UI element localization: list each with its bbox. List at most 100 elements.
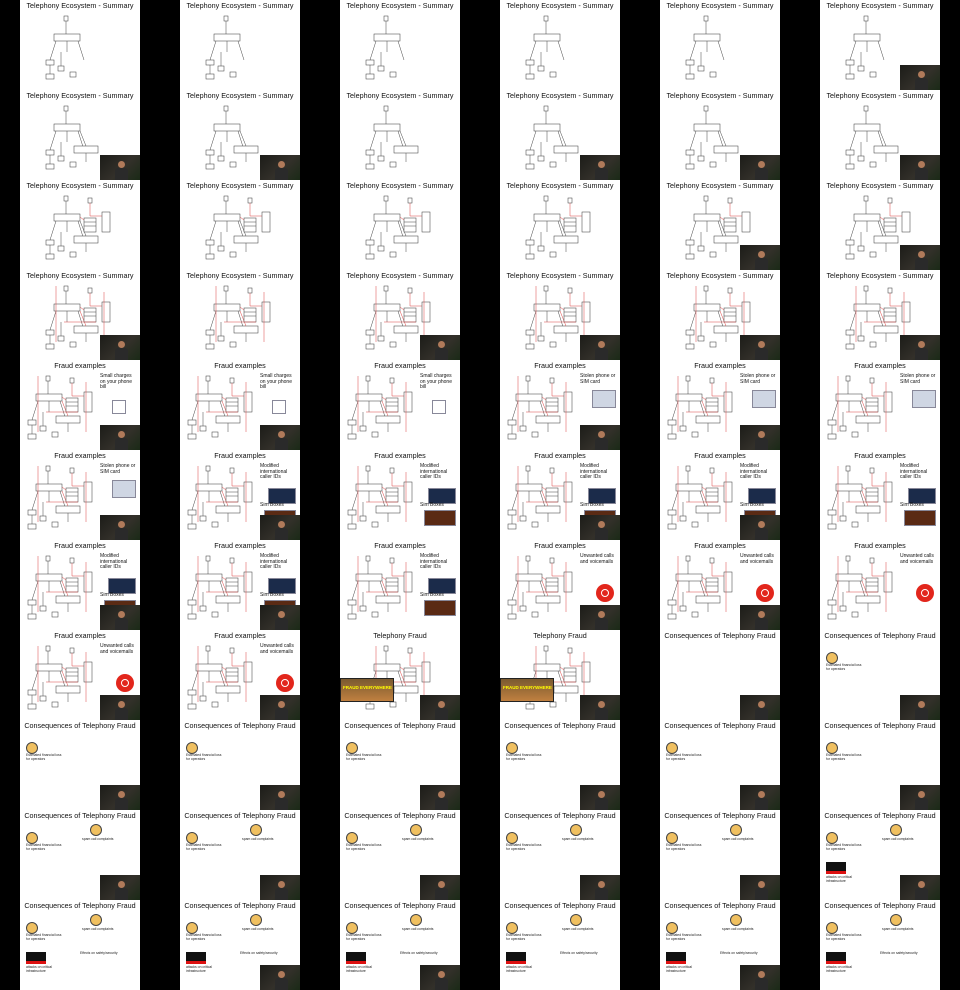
network-diagram <box>27 375 93 440</box>
slide-title: Telephony Ecosystem - Summary <box>186 271 294 280</box>
slide-thumbnail[interactable]: Telephony Ecosystem - Summary <box>160 180 320 270</box>
slide-thumbnail[interactable]: Fraud examples Modified international cal… <box>320 540 480 630</box>
slide-thumbnail[interactable]: Telephony Ecosystem - Summary <box>320 0 480 90</box>
slide-title: Fraud examples <box>854 451 906 460</box>
slide-thumbnail[interactable]: Consequences of Telephony Fraud <box>640 630 800 720</box>
speaker-video-overlay <box>580 785 620 810</box>
slide-thumbnail[interactable]: Consequences of Telephony Fraud Estimated… <box>800 630 960 720</box>
slide-thumbnail[interactable]: Fraud examples Small charges on your phon… <box>0 360 160 450</box>
slide-thumbnail[interactable]: Telephony Ecosystem - Summary <box>0 180 160 270</box>
slide-thumbnail[interactable]: Consequences of Telephony Fraud Estimated… <box>160 810 320 900</box>
slide-thumbnail[interactable]: Fraud examples Modified international cal… <box>800 450 960 540</box>
slide-thumbnail[interactable]: Fraud examples Stolen phone or SIM card <box>640 360 800 450</box>
slide-thumbnail[interactable]: Consequences of Telephony Fraud Estimated… <box>160 720 320 810</box>
bullet-text: Sim Boxes <box>260 502 284 508</box>
bullet-text: Modified international caller IDs <box>420 553 448 571</box>
spam-text: spam call complaints <box>562 927 594 931</box>
slide-thumbnail[interactable]: Telephony Ecosystem - Summary <box>480 0 640 90</box>
speaker-video-overlay <box>260 695 300 720</box>
sim-card-picture <box>592 390 616 408</box>
slide-thumbnail[interactable]: Consequences of Telephony Fraud Estimated… <box>480 720 640 810</box>
speaker-video-overlay <box>100 155 140 180</box>
infra-text: attacks on critical infrastructure <box>826 875 853 883</box>
bullet-text: Sim Boxes <box>580 502 604 508</box>
slide-thumbnail[interactable]: Consequences of Telephony Fraud Estimated… <box>0 720 160 810</box>
infrastructure-picture <box>186 952 206 964</box>
slide-thumbnail[interactable]: Consequences of Telephony Fraud Estimated… <box>480 810 640 900</box>
slide-thumbnail[interactable]: Fraud examples Unwanted calls and voicema… <box>640 540 800 630</box>
slide-thumbnail[interactable]: Telephony Ecosystem - Summary <box>480 270 640 360</box>
slide-thumbnail[interactable]: Fraud examples Modified international cal… <box>640 450 800 540</box>
spam-text: spam call complaints <box>562 837 594 841</box>
slide-thumbnail[interactable]: Telephony Fraud FRAUD EVERYWHERE <box>480 630 640 720</box>
slide-thumbnail[interactable]: Telephony Ecosystem - Summary <box>320 180 480 270</box>
slide-thumbnail[interactable]: Consequences of Telephony Fraud Estimated… <box>800 900 960 990</box>
security-text: Effects on safety/security <box>880 951 918 955</box>
slide-thumbnail[interactable]: Fraud examples Stolen phone or SIM card <box>800 360 960 450</box>
slide-thumbnail[interactable]: Consequences of Telephony Fraud Estimated… <box>0 810 160 900</box>
slide-title: Telephony Ecosystem - Summary <box>506 91 614 100</box>
slide-page: Telephony Ecosystem - Summary <box>180 270 300 360</box>
slide-title: Consequences of Telephony Fraud <box>184 901 296 910</box>
slide-title: Consequences of Telephony Fraud <box>824 811 936 820</box>
slide-thumbnail[interactable]: Telephony Ecosystem - Summary <box>0 0 160 90</box>
slide-thumbnail[interactable]: Fraud examples Stolen phone or SIM card <box>480 360 640 450</box>
slide-thumbnail[interactable]: Consequences of Telephony Fraud Estimated… <box>320 810 480 900</box>
slide-thumbnail[interactable]: Fraud examples Modified international cal… <box>160 450 320 540</box>
slide-thumbnail[interactable]: Consequences of Telephony Fraud Estimated… <box>640 900 800 990</box>
infra-text: attacks on critical infrastructure <box>186 965 213 973</box>
slide-thumbnail[interactable]: Fraud examples Small charges on your phon… <box>320 360 480 450</box>
speaker-video-overlay <box>740 875 780 900</box>
slide-thumbnail[interactable]: Telephony Ecosystem - Summary <box>160 0 320 90</box>
slide-thumbnail[interactable]: Fraud examples Modified international cal… <box>320 450 480 540</box>
meme-caption: FRAUD EVERYWHERE <box>343 685 392 690</box>
slide-thumbnail[interactable]: Telephony Ecosystem - Summary <box>640 180 800 270</box>
slide-thumbnail[interactable]: Telephony Ecosystem - Summary <box>160 270 320 360</box>
slide-thumbnail[interactable]: Consequences of Telephony Fraud Estimated… <box>480 900 640 990</box>
slide-thumbnail[interactable]: Telephony Ecosystem - Summary <box>480 90 640 180</box>
slide-thumbnail[interactable]: Telephony Ecosystem - Summary <box>800 180 960 270</box>
slide-thumbnail[interactable]: Consequences of Telephony Fraud Estimated… <box>640 720 800 810</box>
voicemail-icon <box>276 674 294 692</box>
slide-thumbnail[interactable]: Telephony Ecosystem - Summary <box>640 0 800 90</box>
slide-thumbnail[interactable]: Telephony Ecosystem - Summary <box>0 90 160 180</box>
slide-thumbnail[interactable]: Fraud examples Stolen phone or SIM card <box>0 450 160 540</box>
speaker-video-overlay <box>740 245 780 270</box>
sim-card-picture <box>912 390 936 408</box>
slide-thumbnail[interactable]: Telephony Ecosystem - Summary <box>0 270 160 360</box>
speaker-video-overlay <box>740 515 780 540</box>
slide-title: Fraud examples <box>54 631 106 640</box>
slide-thumbnail[interactable]: Fraud examples Modified international cal… <box>480 450 640 540</box>
slide-thumbnail[interactable]: Fraud examples Unwanted calls and voicema… <box>480 540 640 630</box>
slide-thumbnail[interactable]: Telephony Ecosystem - Summary <box>160 90 320 180</box>
speaker-video-overlay <box>260 425 300 450</box>
slide-thumbnail[interactable]: Consequences of Telephony Fraud Estimated… <box>0 900 160 990</box>
slide-thumbnail[interactable]: Fraud examples Modified international cal… <box>160 540 320 630</box>
slide-thumbnail[interactable]: Fraud examples Modified international cal… <box>0 540 160 630</box>
slide-thumbnail[interactable]: Telephony Ecosystem - Summary <box>480 180 640 270</box>
slide-thumbnail[interactable]: Telephony Ecosystem - Summary <box>800 0 960 90</box>
slide-thumbnail[interactable]: Consequences of Telephony Fraud Estimated… <box>800 810 960 900</box>
slide-thumbnail[interactable]: Consequences of Telephony Fraud Estimated… <box>320 720 480 810</box>
slide-thumbnail[interactable]: Consequences of Telephony Fraud Estimated… <box>800 720 960 810</box>
slide-thumbnail[interactable]: Fraud examples Unwanted calls and voicema… <box>800 540 960 630</box>
slide-thumbnail[interactable]: Telephony Ecosystem - Summary <box>640 270 800 360</box>
speaker-video-overlay <box>580 155 620 180</box>
slide-title: Telephony Ecosystem - Summary <box>346 181 454 190</box>
slide-title: Telephony Ecosystem - Summary <box>346 271 454 280</box>
slide-thumbnail[interactable]: Telephony Ecosystem - Summary <box>800 270 960 360</box>
emoji-icon <box>90 824 102 836</box>
slide-thumbnail[interactable]: Consequences of Telephony Fraud Estimated… <box>640 810 800 900</box>
slide-thumbnail[interactable]: Fraud examples Unwanted calls and voicema… <box>160 630 320 720</box>
slide-thumbnail[interactable]: Telephony Ecosystem - Summary <box>320 90 480 180</box>
slide-thumbnail[interactable]: Consequences of Telephony Fraud Estimated… <box>160 900 320 990</box>
slide-thumbnail[interactable]: Telephony Ecosystem - Summary <box>800 90 960 180</box>
emoji-icon <box>890 824 902 836</box>
slide-thumbnail[interactable]: Telephony Ecosystem - Summary <box>320 270 480 360</box>
slide-thumbnail[interactable]: Fraud examples Small charges on your phon… <box>160 360 320 450</box>
slide-thumbnail[interactable]: Telephony Fraud FRAUD EVERYWHERE <box>320 630 480 720</box>
slide-thumbnail[interactable]: Fraud examples Unwanted calls and voicema… <box>0 630 160 720</box>
slide-title: Telephony Ecosystem - Summary <box>666 91 774 100</box>
slide-thumbnail[interactable]: Telephony Ecosystem - Summary <box>640 90 800 180</box>
slide-thumbnail[interactable]: Consequences of Telephony Fraud Estimated… <box>320 900 480 990</box>
